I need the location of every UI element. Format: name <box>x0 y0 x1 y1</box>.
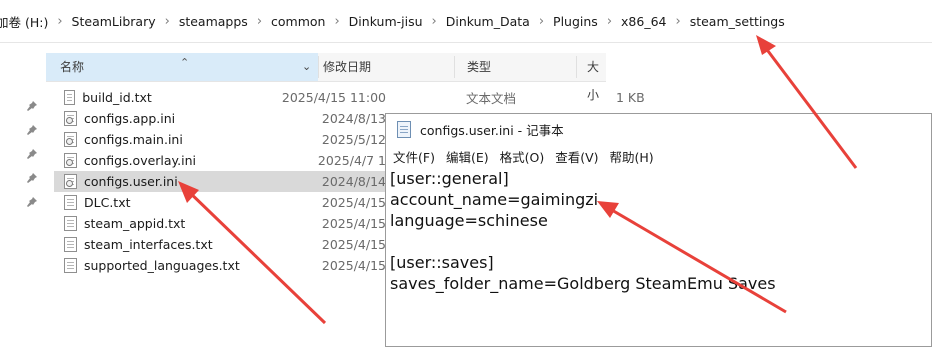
notepad-title: configs.user.ini - 记事本 <box>420 122 564 138</box>
file-date: 2024/8/14 <box>321 174 386 189</box>
file-date: 2025/4/7 1 <box>317 153 386 168</box>
file-date: 2025/4/15 <box>321 237 386 252</box>
text-line: [user::general] <box>390 169 509 188</box>
column-type-header[interactable]: 类型 <box>467 53 491 81</box>
column-date-header[interactable]: 修改日期 <box>323 53 371 81</box>
notepad-icon <box>397 120 411 138</box>
file-row[interactable]: configs.overlay.ini 2025/4/7 1 <box>56 150 386 171</box>
ini-file-icon <box>64 132 77 147</box>
text-line: [user::saves] <box>390 253 494 272</box>
file-type: 文本文档 <box>466 91 517 106</box>
column-divider[interactable] <box>318 56 319 78</box>
file-row[interactable]: DLC.txt 2025/4/15 <box>56 192 386 213</box>
text-file-icon <box>64 258 77 273</box>
breadcrumb-x86-64[interactable]: x86_64 <box>613 14 674 29</box>
column-type-label: 类型 <box>467 60 492 74</box>
menu-help[interactable]: 帮助(H) <box>610 147 654 166</box>
notepad-window: configs.user.ini - 记事本 文件(F) 编辑(E) 格式(O)… <box>385 113 932 347</box>
column-date-label: 修改日期 <box>323 60 372 74</box>
text-file-icon <box>64 90 76 105</box>
address-bar[interactable]: 加卷 (H:) › SteamLibrary › steamapps › com… <box>0 0 932 43</box>
pin-icon[interactable] <box>26 172 38 184</box>
ini-file-icon <box>64 111 77 126</box>
file-date: 2025/4/15 <box>321 258 386 273</box>
file-name: supported_languages.txt <box>84 258 240 273</box>
pin-icon[interactable] <box>26 196 38 208</box>
file-name: configs.app.ini <box>84 111 176 126</box>
file-name: build_id.txt <box>82 90 152 105</box>
breadcrumb-steam-settings[interactable]: steam_settings <box>682 14 793 29</box>
chevron-right-icon: › <box>57 13 63 29</box>
file-size: 1 KB <box>616 90 645 105</box>
file-row[interactable]: configs.app.ini 2024/8/13 <box>56 108 386 129</box>
file-row[interactable]: configs.main.ini 2025/5/12 <box>56 129 386 150</box>
chevron-right-icon: › <box>334 13 340 29</box>
file-row[interactable]: supported_languages.txt 2025/4/15 <box>56 255 386 276</box>
notepad-title-bar[interactable]: configs.user.ini - 记事本 <box>386 114 931 144</box>
chevron-right-icon: › <box>256 13 263 29</box>
notepad-menu-bar: 文件(F) 编辑(E) 格式(O) 查看(V) 帮助(H) <box>386 145 931 167</box>
menu-format[interactable]: 格式(O) <box>500 147 545 166</box>
file-date: 2025/5/12 <box>321 132 386 147</box>
column-name-header[interactable]: 名称 ⌃ ⌄ <box>46 53 318 81</box>
breadcrumb-drive[interactable]: 加卷 (H:) <box>0 12 56 31</box>
chevron-right-icon: › <box>164 13 170 29</box>
sort-ascending-icon: ⌃ <box>180 56 190 69</box>
chevron-down-icon[interactable]: ⌄ <box>302 53 311 81</box>
file-row[interactable]: steam_interfaces.txt 2025/4/15 <box>56 234 386 255</box>
text-file-icon <box>64 195 77 210</box>
column-divider[interactable] <box>454 56 455 78</box>
pin-icon[interactable] <box>26 148 38 160</box>
text-file-icon <box>64 216 77 231</box>
column-divider[interactable] <box>576 56 577 78</box>
text-line: language=schinese <box>390 211 548 230</box>
column-header: 名称 ⌃ ⌄ 修改日期 类型 大小 <box>46 53 606 102</box>
file-name: configs.main.ini <box>84 132 183 147</box>
chevron-right-icon: › <box>675 13 681 29</box>
chevron-right-icon: › <box>431 13 437 29</box>
file-row[interactable]: build_id.txt 2025/4/15 11:00 文本文档 1 KB <box>56 87 645 108</box>
file-date: 2025/4/15 <box>321 195 386 210</box>
file-row[interactable]: steam_appid.txt 2025/4/15 <box>56 213 386 234</box>
text-file-icon <box>64 237 77 252</box>
file-name: steam_interfaces.txt <box>84 237 213 252</box>
menu-view[interactable]: 查看(V) <box>555 147 598 166</box>
pin-icon[interactable] <box>26 100 38 112</box>
file-name: configs.user.ini <box>84 174 178 189</box>
breadcrumb-common[interactable]: common <box>263 14 333 29</box>
breadcrumb-steamlibrary[interactable]: SteamLibrary <box>64 14 164 29</box>
file-date: 2025/4/15 <box>321 216 386 231</box>
ini-file-icon <box>64 174 77 189</box>
file-name: DLC.txt <box>84 195 131 210</box>
column-size-label: 大小 <box>587 60 600 102</box>
file-name: steam_appid.txt <box>84 216 186 231</box>
column-name-label: 名称 <box>60 60 85 74</box>
ini-file-icon <box>64 153 77 168</box>
file-row-selected[interactable]: configs.user.ini 2024/8/14 <box>54 171 386 192</box>
menu-file[interactable]: 文件(F) <box>393 147 435 166</box>
notepad-text-area[interactable]: [user::general] account_name=gaimingzi l… <box>390 168 931 294</box>
file-date: 2024/8/13 <box>321 111 386 126</box>
text-line: account_name=gaimingzi <box>390 190 599 209</box>
file-name: configs.overlay.ini <box>83 153 197 168</box>
pin-icon[interactable] <box>26 124 38 136</box>
text-line <box>390 231 931 252</box>
breadcrumb-dinkum-jisu[interactable]: Dinkum-jisu <box>341 14 431 29</box>
chevron-right-icon: › <box>606 13 613 29</box>
menu-edit[interactable]: 编辑(E) <box>446 147 489 166</box>
column-size-header[interactable]: 大小 <box>587 53 606 102</box>
breadcrumb-dinkum-data[interactable]: Dinkum_Data <box>438 14 538 29</box>
text-line: saves_folder_name=Goldberg SteamEmu Save… <box>390 274 776 293</box>
file-date: 2025/4/15 11:00 <box>281 90 386 105</box>
breadcrumb-steamapps[interactable]: steamapps <box>171 14 256 29</box>
breadcrumb-plugins[interactable]: Plugins <box>545 14 606 29</box>
chevron-right-icon: › <box>538 13 545 29</box>
